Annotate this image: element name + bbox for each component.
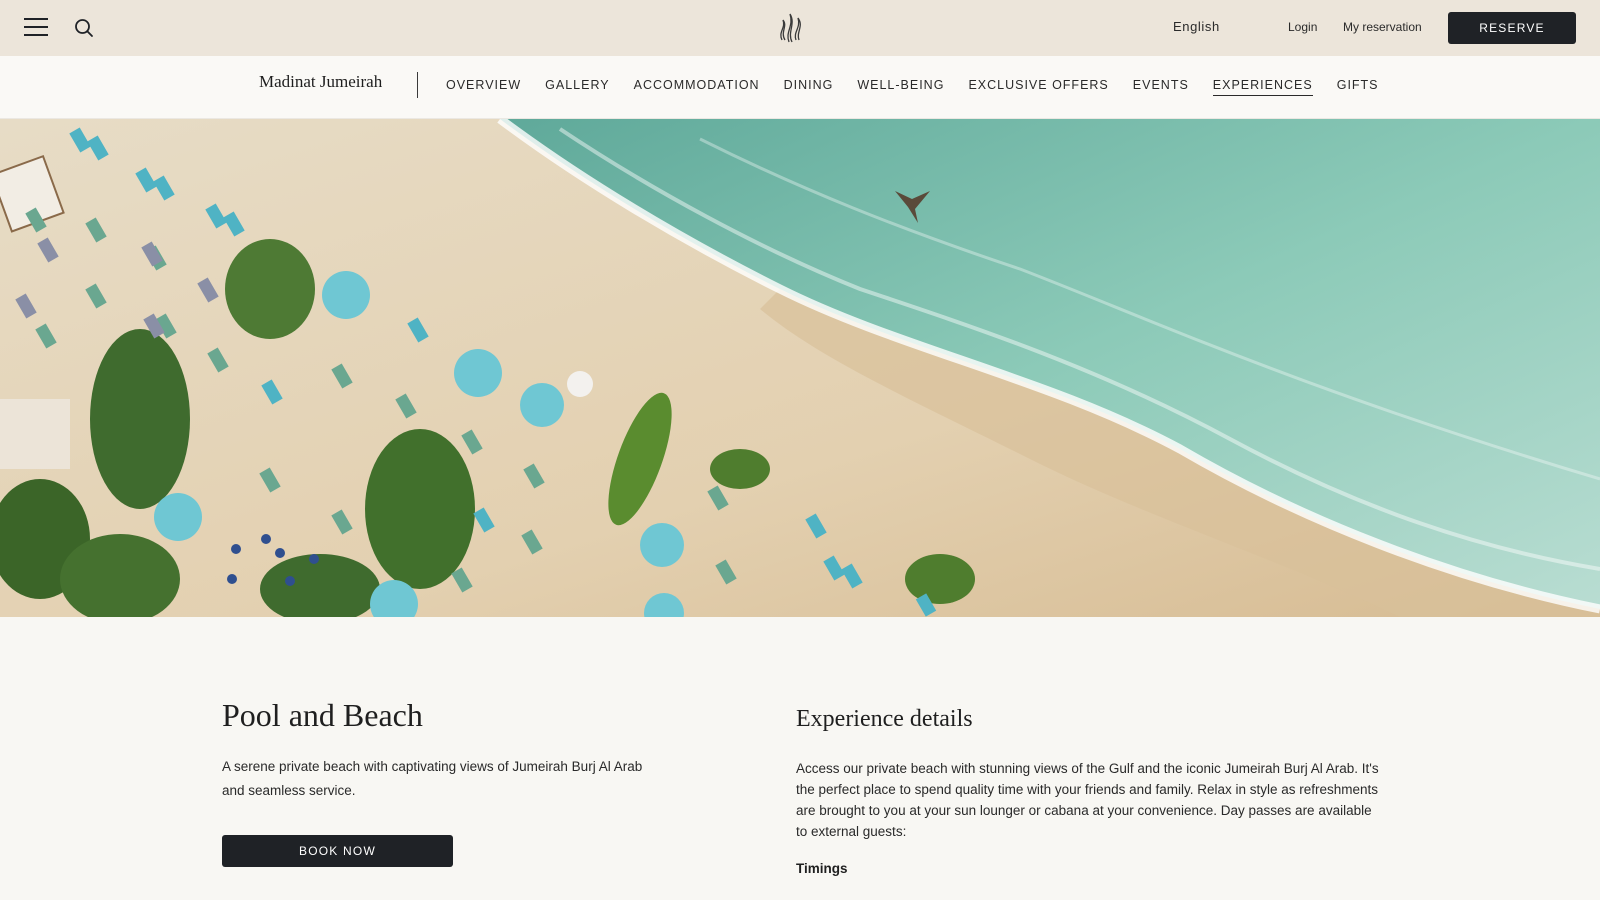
nav-divider bbox=[417, 72, 418, 98]
nav-item-accommodation[interactable]: ACCOMMODATION bbox=[634, 78, 760, 96]
page-title: Pool and Beach bbox=[222, 697, 423, 733]
nav-item-well-being[interactable]: WELL-BEING bbox=[857, 78, 944, 96]
hero-image bbox=[0, 119, 1600, 617]
experience-details-text: Access our private beach with stunning v… bbox=[796, 761, 1379, 839]
nav-item-experiences[interactable]: EXPERIENCES bbox=[1212, 78, 1313, 96]
nav-item-exclusive-offers[interactable]: EXCLUSIVE OFFERS bbox=[968, 78, 1108, 96]
property-nav: Madinat Jumeirah OVERVIEW GALLERY ACCOMM… bbox=[0, 56, 1600, 119]
login-link[interactable]: Login bbox=[1288, 20, 1317, 34]
property-nav-links: OVERVIEW GALLERY ACCOMMODATION DINING WE… bbox=[446, 78, 1403, 96]
book-now-button[interactable]: BOOK NOW bbox=[222, 835, 453, 867]
nav-item-events[interactable]: EVENTS bbox=[1133, 78, 1189, 96]
nav-item-overview[interactable]: OVERVIEW bbox=[446, 78, 521, 96]
nav-item-gifts[interactable]: GIFTS bbox=[1337, 78, 1379, 96]
reserve-button[interactable]: RESERVE bbox=[1448, 12, 1576, 44]
nav-item-gallery[interactable]: GALLERY bbox=[545, 78, 609, 96]
aerial-beach-photo bbox=[0, 119, 1600, 617]
property-brand[interactable]: Madinat Jumeirah bbox=[259, 72, 382, 92]
intro-text: A serene private beach with captivating … bbox=[222, 759, 643, 798]
jumeirah-flame-logo-icon[interactable] bbox=[776, 8, 810, 44]
timings-label: Timings bbox=[796, 861, 848, 876]
my-reservation-link[interactable]: My reservation bbox=[1343, 20, 1422, 34]
hamburger-menu-icon[interactable] bbox=[24, 18, 48, 38]
top-bar: English Login My reservation RESERVE bbox=[0, 0, 1600, 56]
language-selector[interactable]: English bbox=[1173, 19, 1220, 34]
main-content: Pool and Beach A serene private beach wi… bbox=[0, 617, 1600, 900]
search-icon[interactable] bbox=[73, 17, 95, 39]
experience-details-heading: Experience details bbox=[796, 706, 973, 732]
nav-item-dining[interactable]: DINING bbox=[784, 78, 834, 96]
